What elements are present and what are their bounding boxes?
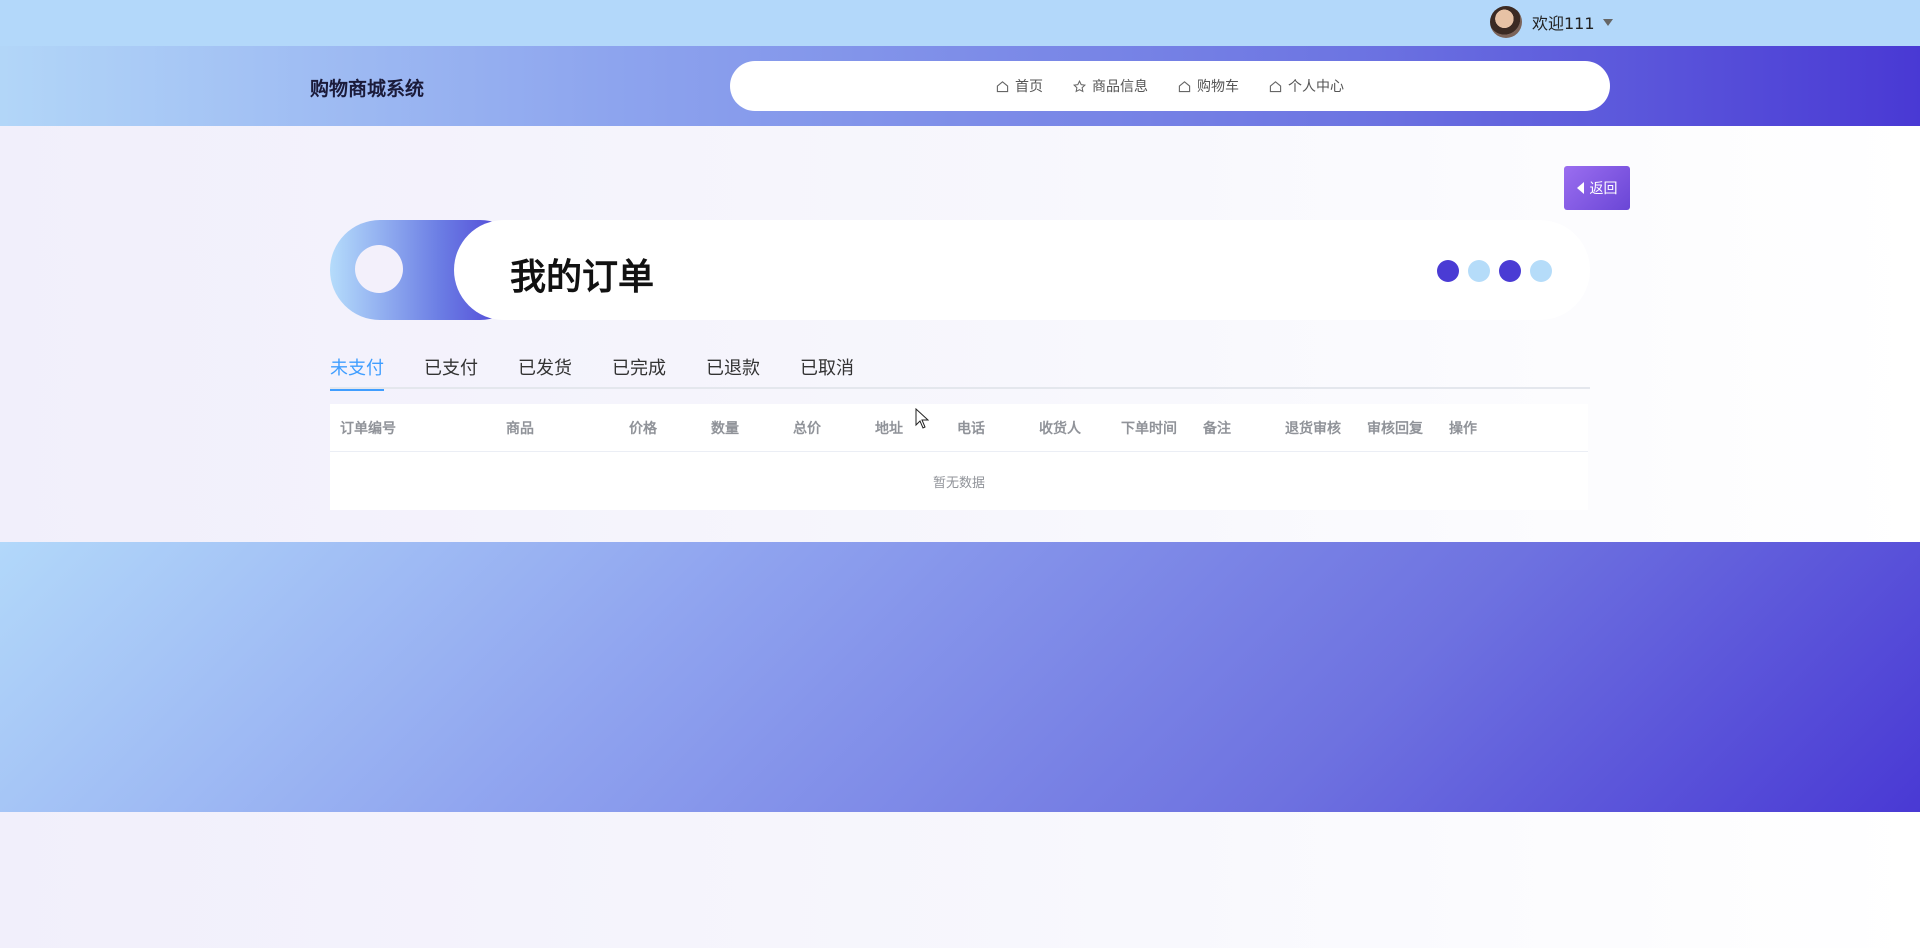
table-header: 订单编号 商品 价格 数量 总价 地址 电话 收货人 下单时间 备注 退货审核 … xyxy=(330,404,1588,452)
column-header: 商品 xyxy=(506,420,534,437)
nav-item-home[interactable]: 首页 xyxy=(996,76,1043,96)
nav-item-cart[interactable]: 购物车 xyxy=(1178,76,1239,96)
order-status-tabs: 未支付 已支付 已发货 已完成 已退款 已取消 xyxy=(330,355,1590,391)
column-header: 价格 xyxy=(629,420,657,437)
column-header: 审核回复 xyxy=(1367,420,1423,437)
nav-item-label: 首页 xyxy=(1015,79,1043,95)
nav-item-label: 购物车 xyxy=(1197,79,1239,95)
main-nav: 首页 商品信息 购物车 个人中心 xyxy=(730,61,1610,111)
page-title-banner: 我的订单 xyxy=(330,220,1590,320)
back-button[interactable]: 返回 xyxy=(1564,166,1630,210)
nav-item-profile[interactable]: 个人中心 xyxy=(1269,76,1344,96)
tab-paid[interactable]: 已支付 xyxy=(424,355,478,389)
column-header: 下单时间 xyxy=(1121,420,1177,437)
title-circle-decoration xyxy=(355,245,403,293)
column-header: 订单编号 xyxy=(340,420,396,437)
back-button-label: 返回 xyxy=(1589,181,1618,197)
top-bar: 欢迎111 xyxy=(0,0,1920,46)
nav-item-products[interactable]: 商品信息 xyxy=(1073,76,1148,96)
caret-down-icon xyxy=(1602,18,1613,26)
star-icon xyxy=(1073,79,1086,92)
nav-item-label: 个人中心 xyxy=(1288,79,1344,95)
home-icon xyxy=(1269,80,1282,92)
tab-unpaid[interactable]: 未支付 xyxy=(330,355,384,391)
empty-state-text: 暂无数据 xyxy=(932,475,985,491)
dot-decoration xyxy=(1468,260,1490,282)
nav-item-label: 商品信息 xyxy=(1092,79,1148,95)
column-header: 退货审核 xyxy=(1285,420,1341,437)
dot-decoration xyxy=(1499,260,1521,282)
orders-table: 订单编号 商品 价格 数量 总价 地址 电话 收货人 下单时间 备注 退货审核 … xyxy=(330,404,1588,510)
page-title: 我的订单 xyxy=(510,257,655,298)
user-menu[interactable]: 欢迎111 xyxy=(1490,5,1613,39)
title-dots xyxy=(1437,260,1552,282)
home-icon xyxy=(1178,80,1191,92)
caret-left-icon xyxy=(1576,182,1584,194)
brand-title: 购物商城系统 xyxy=(310,78,425,100)
column-header: 收货人 xyxy=(1039,420,1081,437)
tab-shipped[interactable]: 已发货 xyxy=(518,355,572,389)
tab-refunded[interactable]: 已退款 xyxy=(706,355,760,389)
dot-decoration xyxy=(1437,260,1459,282)
welcome-text: 欢迎111 xyxy=(1532,14,1595,33)
dot-decoration xyxy=(1530,260,1552,282)
column-header: 操作 xyxy=(1449,420,1477,437)
column-header: 备注 xyxy=(1203,420,1231,437)
column-header: 数量 xyxy=(711,420,739,437)
home-icon xyxy=(996,80,1009,92)
column-header: 电话 xyxy=(957,420,985,437)
mouse-cursor-icon xyxy=(915,408,929,429)
tab-cancelled[interactable]: 已取消 xyxy=(800,355,854,389)
column-header: 总价 xyxy=(793,420,821,437)
avatar xyxy=(1490,6,1522,38)
header: 购物商城系统 首页 商品信息 购物车 个人中心 xyxy=(0,46,1920,126)
footer-banner xyxy=(0,542,1920,812)
tab-completed[interactable]: 已完成 xyxy=(612,355,666,389)
column-header: 地址 xyxy=(875,420,903,437)
